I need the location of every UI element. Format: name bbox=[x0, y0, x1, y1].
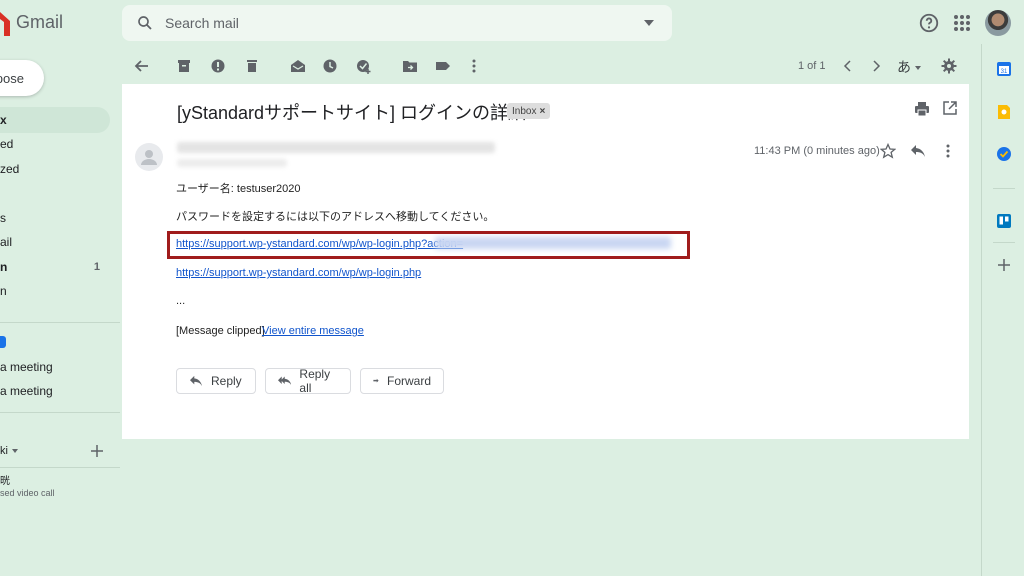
hangouts-user-label: ki bbox=[0, 445, 8, 457]
pagination-count: 1 of 1 bbox=[798, 60, 826, 72]
body-ellipsis: ... bbox=[176, 295, 186, 307]
help-icon[interactable] bbox=[918, 12, 940, 34]
reply-button-label: Reply bbox=[211, 374, 242, 388]
login-link[interactable]: https://support.wp-ystandard.com/wp/wp-l… bbox=[176, 267, 421, 279]
input-tools-label: あ bbox=[897, 59, 911, 75]
forward-button-label: Forward bbox=[386, 374, 431, 388]
trello-addon-icon[interactable] bbox=[996, 213, 1012, 229]
get-addons-plus-icon[interactable] bbox=[996, 257, 1012, 273]
sidebar-divider bbox=[0, 322, 120, 323]
report-spam-icon[interactable] bbox=[210, 58, 226, 74]
snooze-clock-icon[interactable] bbox=[322, 58, 338, 74]
person-icon bbox=[141, 150, 157, 165]
svg-text:31: 31 bbox=[1001, 69, 1008, 75]
side-panel-separator bbox=[993, 242, 1015, 243]
star-icon[interactable] bbox=[880, 143, 896, 159]
sidebar-divider bbox=[0, 412, 120, 413]
add-to-tasks-icon[interactable] bbox=[356, 58, 372, 74]
meet-new-badge bbox=[0, 336, 6, 348]
recipient-details-redacted bbox=[177, 159, 287, 167]
gmail-logo-icon[interactable] bbox=[0, 10, 10, 36]
print-icon[interactable] bbox=[914, 101, 930, 117]
search-input[interactable]: Search mail bbox=[165, 15, 239, 31]
meet-item-label: a meeting bbox=[0, 384, 53, 398]
sidebar-item-inbox[interactable]: x bbox=[0, 108, 110, 132]
remove-label-icon[interactable]: × bbox=[539, 106, 545, 117]
meet-new-meeting[interactable]: a meeting bbox=[0, 355, 53, 379]
reply-all-button[interactable]: Reply all bbox=[265, 367, 351, 395]
chevron-down-icon bbox=[914, 66, 921, 71]
sidebar-item-snoozed[interactable]: zed bbox=[0, 157, 19, 181]
sidebar-item-label: x bbox=[0, 113, 7, 127]
body-username-line: ユーザー名: testuser2020 bbox=[176, 183, 301, 195]
search-icon[interactable] bbox=[136, 14, 154, 32]
keep-icon[interactable] bbox=[996, 104, 1012, 120]
reply-all-button-label: Reply all bbox=[299, 367, 331, 395]
reply-all-icon bbox=[278, 376, 292, 386]
back-arrow-icon[interactable] bbox=[134, 58, 150, 74]
delete-icon[interactable] bbox=[244, 58, 260, 74]
tasks-icon[interactable] bbox=[996, 146, 1012, 162]
chevron-right-icon[interactable] bbox=[868, 58, 884, 74]
sidebar-item-label-unread[interactable]: n 1 bbox=[0, 255, 100, 279]
annotation-highlight-box bbox=[167, 231, 690, 259]
hangouts-contact-status: sed video call bbox=[0, 488, 55, 498]
sidebar-item-label-2[interactable]: n bbox=[0, 279, 7, 303]
message-timestamp: 11:43 PM (0 minutes ago) bbox=[754, 145, 880, 157]
side-panel-separator bbox=[993, 188, 1015, 189]
move-to-folder-icon[interactable] bbox=[402, 58, 418, 74]
settings-gear-icon[interactable] bbox=[941, 58, 957, 74]
forward-icon bbox=[373, 378, 379, 383]
more-vert-icon[interactable] bbox=[945, 143, 951, 159]
sidebar-item-label: ail bbox=[0, 235, 13, 249]
sidebar-item-label: zed bbox=[0, 162, 20, 176]
chevron-left-icon[interactable] bbox=[840, 58, 856, 74]
reply-button[interactable]: Reply bbox=[176, 368, 256, 394]
apps-grid-icon[interactable] bbox=[953, 14, 971, 32]
sidebar-item-sent[interactable]: s bbox=[0, 206, 6, 230]
sidebar-item-label: s bbox=[0, 211, 6, 225]
sidebar-divider bbox=[0, 467, 120, 468]
sidebar-item-label: n bbox=[0, 284, 7, 298]
sidebar-item-starred[interactable]: ed bbox=[0, 132, 13, 156]
gmail-logo-text[interactable]: Gmail bbox=[16, 12, 63, 33]
account-avatar[interactable] bbox=[985, 10, 1011, 36]
open-in-new-window-icon[interactable] bbox=[943, 101, 957, 115]
hangouts-user[interactable]: ki bbox=[0, 439, 18, 463]
add-contact-icon[interactable] bbox=[91, 445, 103, 457]
forward-button[interactable]: Forward bbox=[360, 368, 444, 394]
search-bar[interactable]: Search mail bbox=[122, 5, 672, 41]
message-card: [yStandardサポートサイト] ログインの詳細 Inbox × 11:43… bbox=[122, 84, 969, 439]
reply-icon[interactable] bbox=[910, 144, 926, 158]
message-clipped-label: [Message clipped] bbox=[176, 325, 265, 337]
mark-unread-icon[interactable] bbox=[290, 58, 306, 74]
email-subject: [yStandardサポートサイト] ログインの詳細 bbox=[177, 103, 527, 123]
view-entire-message-link[interactable]: View entire message bbox=[262, 325, 364, 337]
label-tag-icon[interactable] bbox=[435, 58, 451, 74]
more-options-icon[interactable] bbox=[466, 58, 482, 74]
sender-avatar[interactable] bbox=[135, 143, 163, 171]
input-tools-button[interactable]: あ bbox=[897, 57, 921, 77]
chevron-down-icon bbox=[11, 449, 18, 453]
search-options-caret-icon[interactable] bbox=[644, 19, 654, 27]
sidebar-item-label: ed bbox=[0, 137, 14, 151]
unread-count: 1 bbox=[93, 261, 100, 273]
body-instruction-line: パスワードを設定するには以下のアドレスへ移動してください。 bbox=[176, 211, 495, 223]
meet-join-meeting[interactable]: a meeting bbox=[0, 379, 53, 403]
meet-item-label: a meeting bbox=[0, 360, 53, 374]
sender-details-redacted bbox=[177, 142, 495, 153]
compose-button[interactable]: pose bbox=[0, 60, 44, 96]
hangouts-contact-name[interactable]: 晄 bbox=[0, 472, 10, 487]
sidebar-item-all-mail[interactable]: ail bbox=[0, 230, 12, 254]
calendar-icon[interactable]: 31 bbox=[996, 61, 1012, 77]
label-chip-text: Inbox bbox=[512, 105, 537, 117]
inbox-label-chip[interactable]: Inbox × bbox=[507, 103, 551, 119]
sidebar-item-label: n bbox=[0, 260, 8, 274]
reply-icon bbox=[190, 375, 202, 387]
side-panel-divider bbox=[981, 44, 982, 576]
archive-icon[interactable] bbox=[176, 58, 192, 74]
